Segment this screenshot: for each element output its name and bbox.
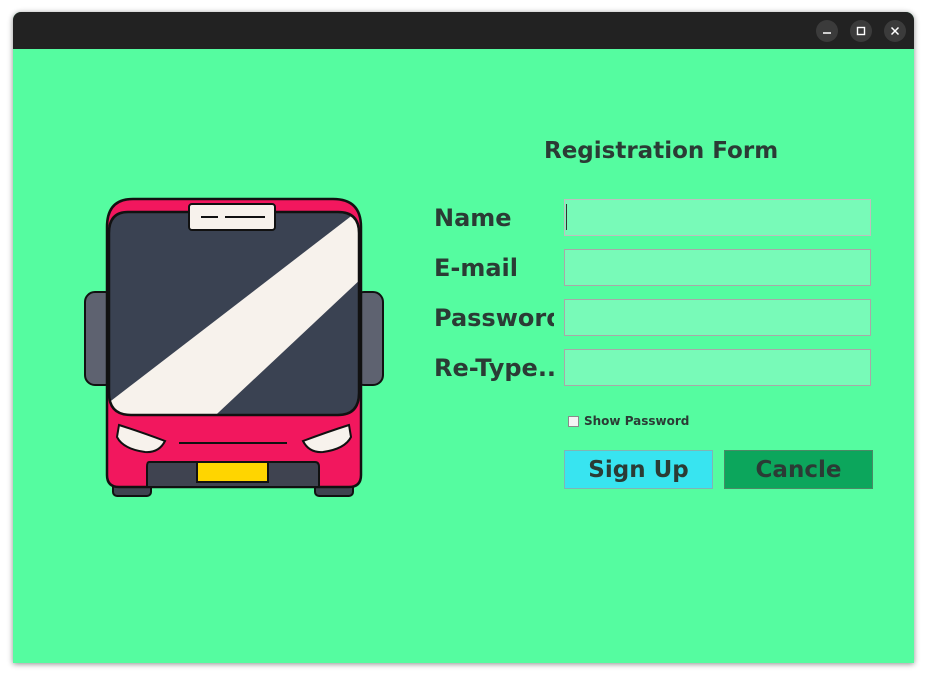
retype-password-label: Re-Type... [434,354,554,382]
email-field[interactable] [564,249,871,286]
maximize-button[interactable] [850,20,872,42]
minimize-button[interactable] [816,20,838,42]
title-bar[interactable] [13,12,914,49]
close-icon [890,26,900,36]
show-password-label: Show Password [584,414,690,428]
email-label: E-mail [434,254,519,282]
form-title: Registration Form [544,138,779,164]
password-label: Password [434,304,554,332]
retype-password-field[interactable] [564,349,871,386]
signup-button[interactable]: Sign Up [564,450,713,489]
app-window: Registration Form Name E-mail Password R… [13,12,914,663]
form-panel: Registration Form Name E-mail Password R… [13,49,914,663]
name-label: Name [434,204,512,232]
minimize-icon [823,32,831,34]
checkbox-box[interactable] [568,415,579,427]
text-caret [566,204,567,230]
password-field[interactable] [564,299,871,336]
close-button[interactable] [884,20,906,42]
cancel-button[interactable]: Cancle [724,450,873,489]
show-password-checkbox[interactable]: Show Password [568,413,689,429]
maximize-icon [856,26,866,36]
name-field[interactable] [564,199,871,236]
bus-icon [84,197,384,497]
